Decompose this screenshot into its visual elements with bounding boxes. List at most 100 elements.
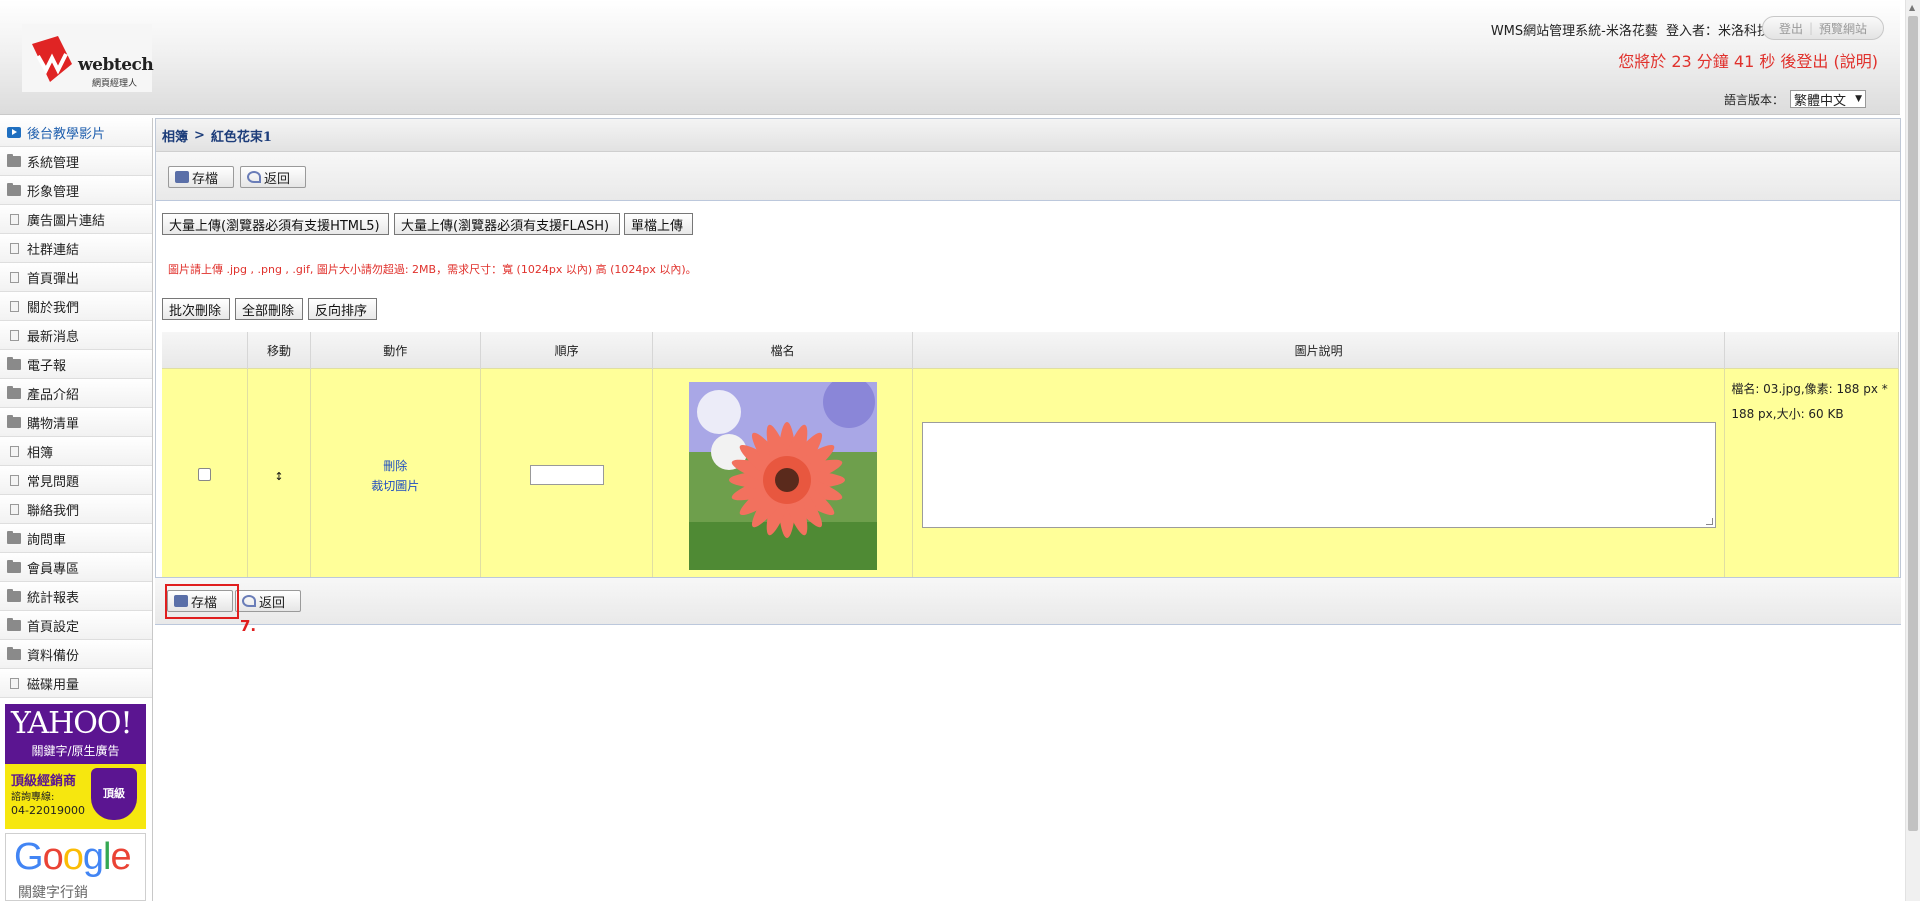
upload-notice: 圖片請上傳 .jpg , .png , .gif, 圖片大小請勿超過: 2MB，… xyxy=(168,263,697,276)
breadcrumb: 相簿 > 紅色花束1 xyxy=(156,119,1900,152)
scroll-up-arrow-icon[interactable]: ▲ xyxy=(1909,3,1915,12)
yahoo-hotline-label: 諮詢專線: xyxy=(11,792,55,803)
sidebar-item-label: 最新消息 xyxy=(27,329,80,345)
scroll-thumb[interactable] xyxy=(1908,16,1918,831)
sidebar-item-label: 首頁設定 xyxy=(27,619,80,635)
reverse-sort-button[interactable]: 反向排序 xyxy=(308,298,377,320)
bottom-back-button[interactable]: 返回 xyxy=(235,590,301,612)
header: webtech 網頁經理人 WMS網站管理系統-米洛花藝 登入者：米洛科技 登出… xyxy=(0,0,1900,115)
yahoo-ad-subtitle: 關鍵字/原生廣告 xyxy=(31,744,120,758)
sidebar-item-label: 系統管理 xyxy=(27,155,80,171)
logout-timer[interactable]: 您將於 23 分鐘 41 秒 後登出 (說明) xyxy=(1618,48,1878,72)
save-button[interactable]: 存檔 xyxy=(168,166,234,188)
sidebar-item[interactable]: 社群連結 xyxy=(0,234,152,263)
document-icon xyxy=(10,300,19,312)
sidebar-item[interactable]: 電子報 xyxy=(0,350,152,379)
sidebar-item[interactable]: 首頁彈出 xyxy=(0,263,152,292)
sidebar-item[interactable]: 統計報表 xyxy=(0,582,152,611)
sidebar-item[interactable]: 首頁設定 xyxy=(0,611,152,640)
video-icon xyxy=(7,126,21,138)
bottom-toolbar: 存檔 返回 xyxy=(155,577,1901,625)
system-info: WMS網站管理系統-米洛花藝 登入者：米洛科技 xyxy=(1487,20,1770,39)
document-icon xyxy=(10,445,19,457)
delete-link[interactable]: 刪除 xyxy=(312,456,479,476)
yahoo-ad-banner[interactable]: YAHOO! 關鍵字/原生廣告 頂級經銷商 諮詢專線: 04-22019000 … xyxy=(5,704,146,829)
language-row: 語言版本： 繁體中文 ▼ xyxy=(1723,90,1866,109)
image-description-textarea[interactable] xyxy=(921,421,1716,528)
batch-delete-button[interactable]: 批次刪除 xyxy=(162,298,230,320)
sidebar-item[interactable]: 購物清單 xyxy=(0,408,152,437)
language-label: 語言版本： xyxy=(1723,92,1784,107)
dropdown-arrow-icon: ▼ xyxy=(1855,94,1862,104)
document-icon xyxy=(10,329,19,341)
separator: | xyxy=(1808,21,1814,35)
page-scrollbar[interactable]: ▲ xyxy=(1905,0,1920,901)
row-order-cell xyxy=(480,368,654,583)
sidebar-item-label: 形象管理 xyxy=(27,184,80,200)
row-action-cell: 刪除 裁切圖片 xyxy=(310,368,481,583)
back-button[interactable]: 返回 xyxy=(240,166,306,188)
annotation-highlight-box xyxy=(165,584,239,619)
delete-all-button[interactable]: 全部刪除 xyxy=(235,298,303,320)
move-handle-icon[interactable]: ↕ xyxy=(274,470,283,483)
folder-icon xyxy=(7,414,21,428)
sidebar-item[interactable]: 系統管理 xyxy=(0,147,152,176)
sidebar-item[interactable]: 會員專區 xyxy=(0,553,152,582)
row-description-cell xyxy=(912,368,1726,583)
flower-thumbnail[interactable] xyxy=(688,382,877,570)
logo[interactable]: webtech 網頁經理人 xyxy=(22,24,154,92)
single-upload-button[interactable]: 單檔上傳 xyxy=(624,213,693,235)
sidebar-item[interactable]: 關於我們 xyxy=(0,292,152,321)
sidebar-item-label: 常見問題 xyxy=(27,474,80,490)
breadcrumb-parent[interactable]: 相簿 xyxy=(162,126,188,145)
language-select[interactable]: 繁體中文 ▼ xyxy=(1790,90,1866,109)
sidebar-item[interactable]: 產品介紹 xyxy=(0,379,152,408)
sidebar-item-label: 會員專區 xyxy=(27,561,80,577)
row-checkbox[interactable] xyxy=(198,468,212,481)
order-input[interactable] xyxy=(529,464,604,485)
sidebar-item[interactable]: 最新消息 xyxy=(0,321,152,350)
sidebar-item-label: 產品介紹 xyxy=(27,387,80,403)
sidebar-item[interactable]: 後台教學影片 xyxy=(0,118,152,147)
system-title: WMS網站管理系統-米洛花藝 xyxy=(1490,24,1658,39)
folder-icon xyxy=(7,617,21,631)
sidebar-item-label: 社群連結 xyxy=(27,242,80,258)
upload-flash-button[interactable]: 大量上傳(瀏覽器必須有支援FLASH) xyxy=(394,213,620,235)
yahoo-phone: 04-22019000 xyxy=(11,804,85,817)
google-ad-banner[interactable]: Google 關鍵字行銷 xyxy=(5,833,146,901)
sidebar-item[interactable]: 磁碟用量 xyxy=(0,669,152,698)
back-icon xyxy=(242,595,256,607)
sidebar-item-label: 購物清單 xyxy=(27,416,80,432)
sidebar-item[interactable]: 常見問題 xyxy=(0,466,152,495)
sidebar-item-label: 相簿 xyxy=(27,445,54,461)
sidebar-item[interactable]: 資料備份 xyxy=(0,640,152,669)
column-header-action: 動作 xyxy=(310,332,481,369)
upload-html5-button[interactable]: 大量上傳(瀏覽器必須有支援HTML5) xyxy=(162,213,389,235)
sidebar-item-label: 廣告圖片連結 xyxy=(27,213,106,229)
row-info-cell: 檔名: 03.jpg,像素: 188 px * 188 px,大小: 60 KB xyxy=(1724,368,1899,583)
table-row: ↕ 刪除 裁切圖片 檔名: 03.jpg,像素: 188 px * 188 px… xyxy=(162,368,1899,583)
crop-image-link[interactable]: 裁切圖片 xyxy=(312,476,479,496)
webtech-logo-mark-icon xyxy=(32,36,72,82)
sidebar-item-label: 電子報 xyxy=(27,358,67,374)
sidebar-item-label: 統計報表 xyxy=(27,590,80,606)
document-icon xyxy=(10,503,19,515)
file-info-line1: 檔名: 03.jpg,像素: 188 px * xyxy=(1731,382,1888,396)
folder-icon xyxy=(7,153,21,167)
logo-subtitle: 網頁經理人 xyxy=(92,79,138,89)
document-icon xyxy=(10,474,19,486)
sidebar-item-label: 詢問車 xyxy=(27,532,67,548)
preview-site-button[interactable]: 預覽網站 xyxy=(1819,20,1867,37)
sidebar-item[interactable]: 廣告圖片連結 xyxy=(0,205,152,234)
column-header-order: 順序 xyxy=(480,332,654,369)
google-ad-subtitle: 關鍵字行銷 xyxy=(18,885,88,901)
sidebar-item-label: 首頁彈出 xyxy=(27,271,80,287)
sidebar-item[interactable]: 詢問車 xyxy=(0,524,152,553)
folder-icon xyxy=(7,646,21,660)
sidebar-item[interactable]: 形象管理 xyxy=(0,176,152,205)
bottom-back-label: 返回 xyxy=(259,595,286,611)
sidebar-item[interactable]: 相簿 xyxy=(0,437,152,466)
sidebar-item[interactable]: 聯絡我們 xyxy=(0,495,152,524)
logout-button[interactable]: 登出 xyxy=(1779,20,1803,37)
header-actions: 登出 | 預覽網站 xyxy=(1762,16,1884,40)
